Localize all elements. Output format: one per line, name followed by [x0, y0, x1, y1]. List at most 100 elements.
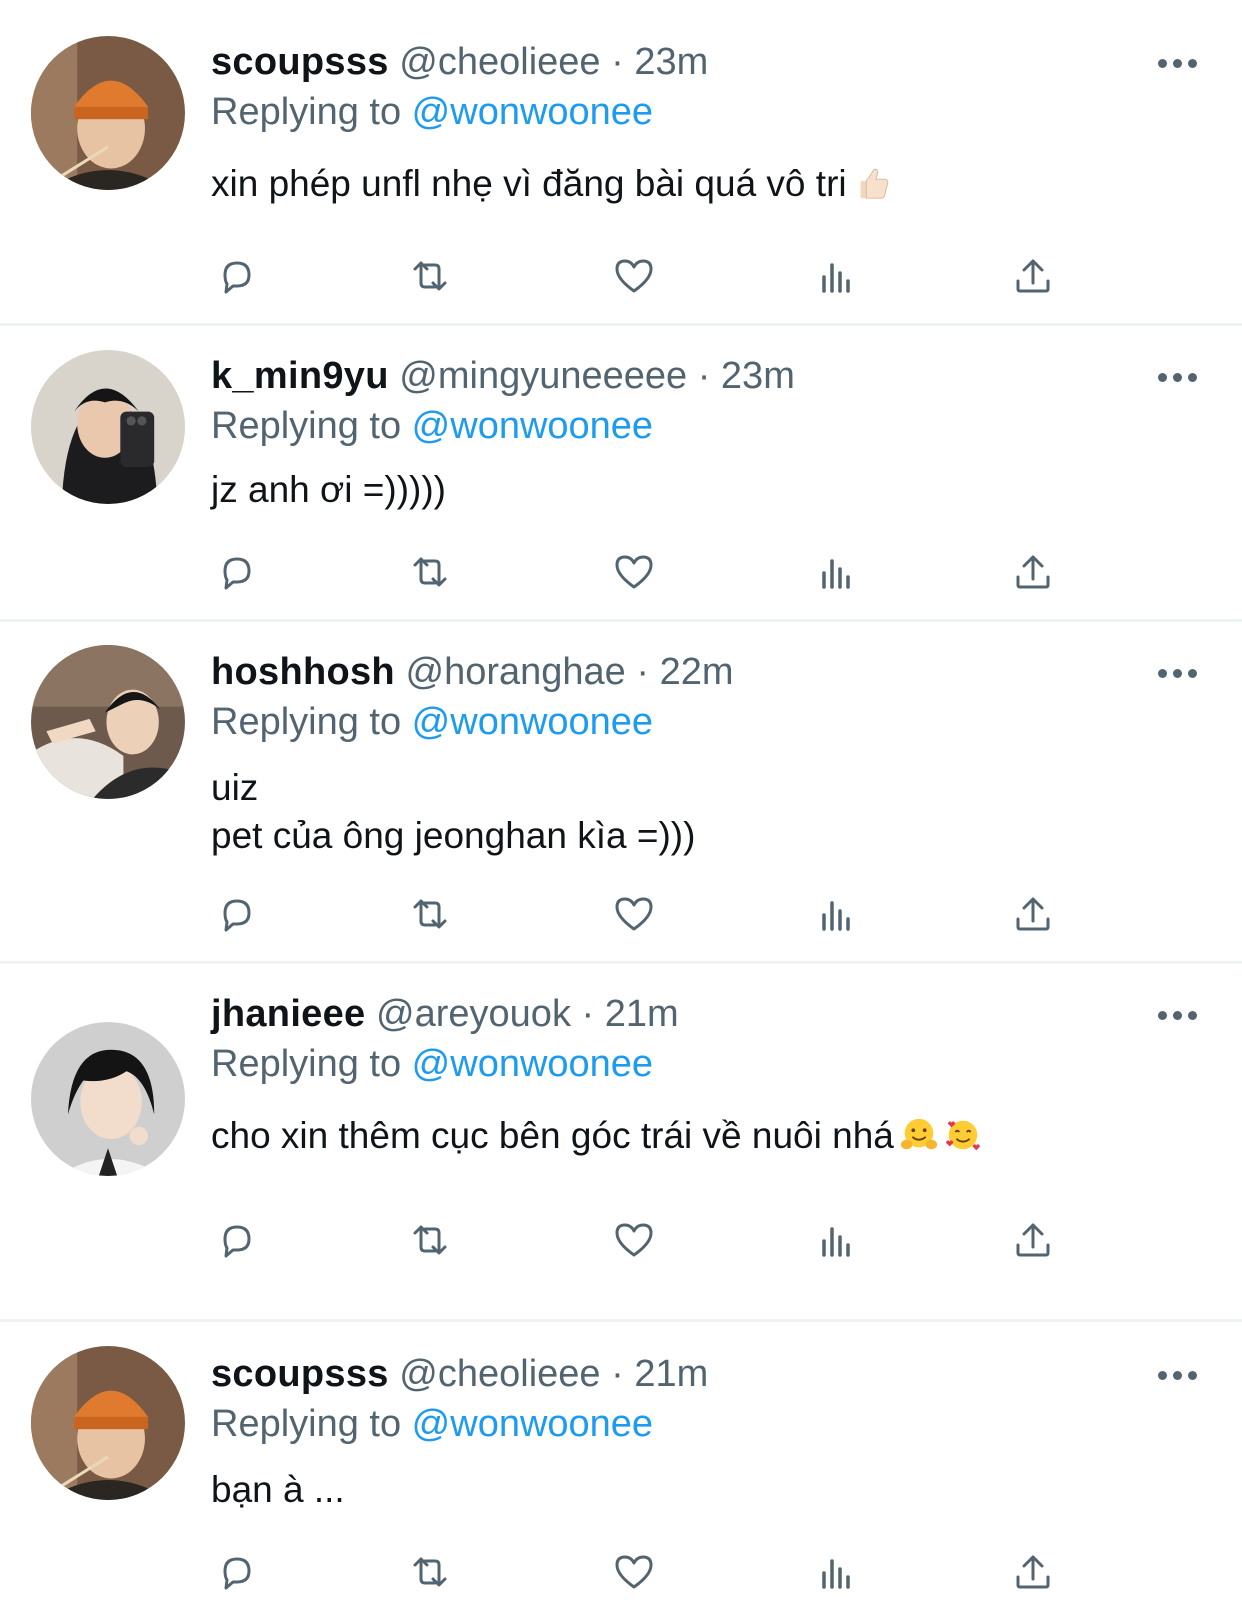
handle-time: @mingyuneeeee · 23m	[399, 355, 795, 397]
tweet-text: xin phép unfl nhẹ vì đăng bài quá vô tri	[211, 160, 891, 208]
share-icon[interactable]	[1005, 1544, 1061, 1600]
reply-icon[interactable]	[208, 1212, 264, 1268]
like-icon-glyph	[615, 555, 653, 589]
tweet-actions	[0, 1544, 1242, 1600]
retweet-icon-glyph	[413, 1225, 447, 1255]
views-icon-glyph	[822, 901, 850, 931]
reply-tweet[interactable]: k_min9yu @mingyuneeeee · 23m Replying to…	[0, 326, 1242, 622]
like-icon-glyph	[615, 897, 653, 931]
share-icon[interactable]	[1005, 1212, 1061, 1268]
tweet-text-content: uiz pet của ông jeonghan kìa =)))	[211, 767, 696, 856]
replying-to: Replying to @wonwoonee	[211, 1402, 653, 1446]
tweet-text-content: xin phép unfl nhẹ vì đăng bài quá vô tri	[211, 163, 847, 204]
reply-icon-glyph	[223, 1225, 251, 1258]
share-icon-glyph	[1016, 259, 1050, 293]
views-icon[interactable]	[808, 544, 864, 600]
more-options-icon[interactable]	[1158, 1008, 1198, 1022]
retweet-icon[interactable]	[402, 1544, 458, 1600]
more-options-icon[interactable]	[1158, 370, 1198, 384]
tweet-text: bạn à ...	[211, 1466, 345, 1514]
tweet-text-content: cho xin thêm cục bên góc trái về nuôi nh…	[211, 1115, 894, 1156]
share-icon-glyph	[1016, 555, 1050, 589]
display-name[interactable]: jhanieee	[211, 993, 365, 1035]
display-name[interactable]: hoshhosh	[211, 651, 395, 693]
share-icon[interactable]	[1005, 886, 1061, 942]
like-icon[interactable]	[606, 544, 662, 600]
replying-label: Replying to	[211, 91, 412, 133]
avatar[interactable]	[31, 350, 185, 504]
reply-tweet[interactable]: jhanieee @areyouok · 21m Replying to @wo…	[0, 964, 1242, 1322]
like-icon-glyph	[615, 1223, 653, 1257]
handle-time: @cheolieee · 23m	[399, 41, 709, 83]
like-icon[interactable]	[606, 1544, 662, 1600]
retweet-icon[interactable]	[402, 886, 458, 942]
reply-tweet[interactable]: scoupsss @cheolieee · 21m Replying to @w…	[0, 1322, 1242, 1623]
retweet-icon-glyph	[413, 261, 447, 291]
views-icon[interactable]	[808, 248, 864, 304]
retweet-icon-glyph	[413, 899, 447, 929]
tweet-text-content: bạn à ...	[211, 1469, 345, 1510]
handle-time: @areyouok · 21m	[376, 993, 679, 1035]
hugging-face-emoji	[900, 1118, 937, 1150]
reply-icon-glyph	[223, 261, 251, 294]
views-icon[interactable]	[808, 886, 864, 942]
reply-icon-glyph	[223, 899, 251, 932]
replying-label: Replying to	[211, 701, 412, 743]
reply-icon[interactable]	[208, 544, 264, 600]
more-options-icon[interactable]	[1158, 56, 1198, 70]
mention-link[interactable]: @wonwoonee	[412, 1403, 653, 1445]
handle-time: @cheolieee · 21m	[399, 1353, 709, 1395]
tweet-actions	[0, 886, 1242, 942]
retweet-icon-glyph	[413, 557, 447, 587]
reply-tweet[interactable]: hoshhosh @horanghae · 22m Replying to @w…	[0, 622, 1242, 964]
reply-icon[interactable]	[208, 886, 264, 942]
thumbs-up-emoji	[860, 168, 888, 199]
retweet-icon[interactable]	[402, 544, 458, 600]
mention-link[interactable]: @wonwoonee	[412, 701, 653, 743]
reply-icon[interactable]	[208, 1544, 264, 1600]
replying-label: Replying to	[211, 1403, 412, 1445]
tweet-text: jz anh ơi =)))))	[211, 466, 446, 514]
display-name[interactable]: k_min9yu	[211, 355, 389, 397]
display-name[interactable]: scoupsss	[211, 1353, 389, 1395]
mention-link[interactable]: @wonwoonee	[412, 91, 653, 133]
replying-label: Replying to	[211, 1043, 412, 1085]
tweet-text: cho xin thêm cục bên góc trái về nuôi nh…	[211, 1112, 982, 1160]
smiling-face-with-hearts-emoji	[945, 1120, 980, 1151]
replying-to: Replying to @wonwoonee	[211, 404, 653, 448]
like-icon[interactable]	[606, 1212, 662, 1268]
mention-link[interactable]: @wonwoonee	[412, 1043, 653, 1085]
retweet-icon-glyph	[413, 1557, 447, 1587]
avatar[interactable]	[31, 645, 185, 799]
avatar[interactable]	[31, 1022, 185, 1176]
more-options-icon[interactable]	[1158, 666, 1198, 680]
views-icon-glyph	[822, 559, 850, 589]
share-icon-glyph	[1016, 897, 1050, 931]
display-name[interactable]: scoupsss	[211, 41, 389, 83]
tweet-text: uiz pet của ông jeonghan kìa =)))	[211, 764, 695, 860]
mention-link[interactable]: @wonwoonee	[412, 405, 653, 447]
replying-to: Replying to @wonwoonee	[211, 90, 653, 134]
share-icon-glyph	[1016, 1555, 1050, 1589]
replying-to: Replying to @wonwoonee	[211, 700, 653, 744]
replying-label: Replying to	[211, 405, 412, 447]
like-icon-glyph	[615, 1555, 653, 1589]
retweet-icon[interactable]	[402, 1212, 458, 1268]
like-icon[interactable]	[606, 248, 662, 304]
tweet-actions	[0, 1212, 1242, 1268]
views-icon[interactable]	[808, 1544, 864, 1600]
avatar[interactable]	[31, 36, 185, 190]
views-icon-glyph	[822, 1227, 850, 1257]
retweet-icon[interactable]	[402, 248, 458, 304]
views-icon-glyph	[822, 1559, 850, 1589]
reply-icon[interactable]	[208, 248, 264, 304]
more-options-icon[interactable]	[1158, 1368, 1198, 1382]
share-icon[interactable]	[1005, 248, 1061, 304]
share-icon[interactable]	[1005, 544, 1061, 600]
tweet-text-content: jz anh ơi =)))))	[211, 469, 446, 510]
like-icon[interactable]	[606, 886, 662, 942]
avatar[interactable]	[31, 1346, 185, 1500]
reply-icon-glyph	[223, 1557, 251, 1590]
reply-tweet[interactable]: scoupsss @cheolieee · 23m Replying to @w…	[0, 0, 1242, 326]
views-icon[interactable]	[808, 1212, 864, 1268]
